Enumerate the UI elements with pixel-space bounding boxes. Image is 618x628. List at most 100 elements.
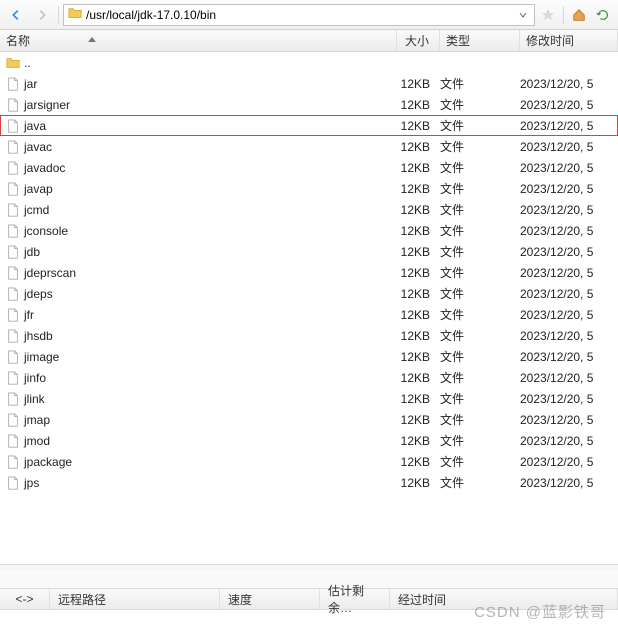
file-size: 12KB [397, 413, 440, 427]
file-icon [6, 455, 24, 469]
file-name: jlink [24, 392, 397, 406]
file-date: 2023/12/20, 5 [520, 392, 618, 406]
file-size: 12KB [397, 161, 440, 175]
file-date: 2023/12/20, 5 [520, 308, 618, 322]
col-date[interactable]: 修改时间 [520, 30, 618, 51]
folder-icon [6, 56, 24, 70]
sort-indicator-icon [88, 32, 96, 46]
file-icon [6, 434, 24, 448]
file-type: 文件 [440, 453, 520, 470]
file-date: 2023/12/20, 5 [520, 245, 618, 259]
file-row[interactable]: jimage12KB文件2023/12/20, 5 [0, 346, 618, 367]
file-icon [6, 98, 24, 112]
home-icon[interactable] [568, 4, 590, 26]
col-remote[interactable]: 远程路径 [50, 589, 220, 609]
file-icon [6, 329, 24, 343]
folder-icon [68, 6, 82, 23]
file-row[interactable]: javap12KB文件2023/12/20, 5 [0, 178, 618, 199]
col-eta[interactable]: 估计剩余… [320, 589, 390, 609]
file-row[interactable]: jconsole12KB文件2023/12/20, 5 [0, 220, 618, 241]
file-type: 文件 [440, 75, 520, 92]
col-type[interactable]: 类型 [440, 30, 520, 51]
file-name: jimage [24, 350, 397, 364]
file-name: jdeprscan [24, 266, 397, 280]
file-name: jps [24, 476, 397, 490]
file-size: 12KB [397, 476, 440, 490]
file-name: javadoc [24, 161, 397, 175]
file-size: 12KB [397, 182, 440, 196]
file-type: 文件 [440, 243, 520, 260]
file-size: 12KB [397, 140, 440, 154]
file-name: javap [24, 182, 397, 196]
file-type: 文件 [440, 138, 520, 155]
col-name[interactable]: 名称 [0, 30, 397, 51]
file-date: 2023/12/20, 5 [520, 98, 618, 112]
file-size: 12KB [397, 287, 440, 301]
file-name: jcmd [24, 203, 397, 217]
file-name: jdeps [24, 287, 397, 301]
file-row[interactable]: jhsdb12KB文件2023/12/20, 5 [0, 325, 618, 346]
path-input-box[interactable] [63, 4, 535, 26]
file-size: 12KB [397, 455, 440, 469]
file-row[interactable]: jarsigner12KB文件2023/12/20, 5 [0, 94, 618, 115]
file-icon [6, 371, 24, 385]
path-dropdown-icon[interactable] [516, 11, 530, 19]
bookmark-icon[interactable] [537, 4, 559, 26]
file-type: 文件 [440, 306, 520, 323]
file-name: jar [24, 77, 397, 91]
file-icon [6, 266, 24, 280]
col-size[interactable]: 大小 [397, 30, 440, 51]
file-icon [6, 287, 24, 301]
file-row[interactable]: jdb12KB文件2023/12/20, 5 [0, 241, 618, 262]
file-type: 文件 [440, 201, 520, 218]
file-row[interactable]: jps12KB文件2023/12/20, 5 [0, 472, 618, 493]
file-row[interactable]: jinfo12KB文件2023/12/20, 5 [0, 367, 618, 388]
transfer-header: <-> 远程路径 速度 估计剩余… 经过时间 [0, 588, 618, 610]
file-size: 12KB [397, 224, 440, 238]
forward-button[interactable] [30, 4, 54, 26]
file-size: 12KB [397, 119, 440, 133]
file-row[interactable]: jdeprscan12KB文件2023/12/20, 5 [0, 262, 618, 283]
file-icon [6, 203, 24, 217]
file-type: 文件 [440, 390, 520, 407]
path-input[interactable] [86, 8, 512, 22]
back-button[interactable] [4, 4, 28, 26]
file-row[interactable]: jmap12KB文件2023/12/20, 5 [0, 409, 618, 430]
file-date: 2023/12/20, 5 [520, 455, 618, 469]
file-row[interactable]: jlink12KB文件2023/12/20, 5 [0, 388, 618, 409]
file-row[interactable]: jpackage12KB文件2023/12/20, 5 [0, 451, 618, 472]
file-size: 12KB [397, 392, 440, 406]
parent-dir-row[interactable]: .. [0, 52, 618, 73]
refresh-icon[interactable] [592, 4, 614, 26]
col-direction[interactable]: <-> [0, 589, 50, 609]
file-row[interactable]: jar12KB文件2023/12/20, 5 [0, 73, 618, 94]
file-row[interactable]: java12KB文件2023/12/20, 5 [0, 115, 618, 136]
file-type: 文件 [440, 96, 520, 113]
file-name: jconsole [24, 224, 397, 238]
file-row[interactable]: jmod12KB文件2023/12/20, 5 [0, 430, 618, 451]
file-type: 文件 [440, 474, 520, 491]
file-type: 文件 [440, 222, 520, 239]
file-list[interactable]: .. jar12KB文件2023/12/20, 5jarsigner12KB文件… [0, 52, 618, 564]
file-row[interactable]: jdeps12KB文件2023/12/20, 5 [0, 283, 618, 304]
file-icon [6, 308, 24, 322]
file-size: 12KB [397, 266, 440, 280]
file-row[interactable]: javac12KB文件2023/12/20, 5 [0, 136, 618, 157]
file-type: 文件 [440, 348, 520, 365]
file-type: 文件 [440, 285, 520, 302]
file-date: 2023/12/20, 5 [520, 371, 618, 385]
file-row[interactable]: jfr12KB文件2023/12/20, 5 [0, 304, 618, 325]
column-header: 名称 大小 类型 修改时间 [0, 30, 618, 52]
status-bar [0, 570, 618, 588]
file-icon [6, 119, 24, 133]
file-icon [6, 392, 24, 406]
file-row[interactable]: jcmd12KB文件2023/12/20, 5 [0, 199, 618, 220]
file-row[interactable]: javadoc12KB文件2023/12/20, 5 [0, 157, 618, 178]
file-name: javac [24, 140, 397, 154]
col-elapsed[interactable]: 经过时间 [390, 589, 618, 609]
file-date: 2023/12/20, 5 [520, 182, 618, 196]
file-size: 12KB [397, 329, 440, 343]
file-type: 文件 [440, 117, 520, 134]
file-size: 12KB [397, 434, 440, 448]
col-speed[interactable]: 速度 [220, 589, 320, 609]
